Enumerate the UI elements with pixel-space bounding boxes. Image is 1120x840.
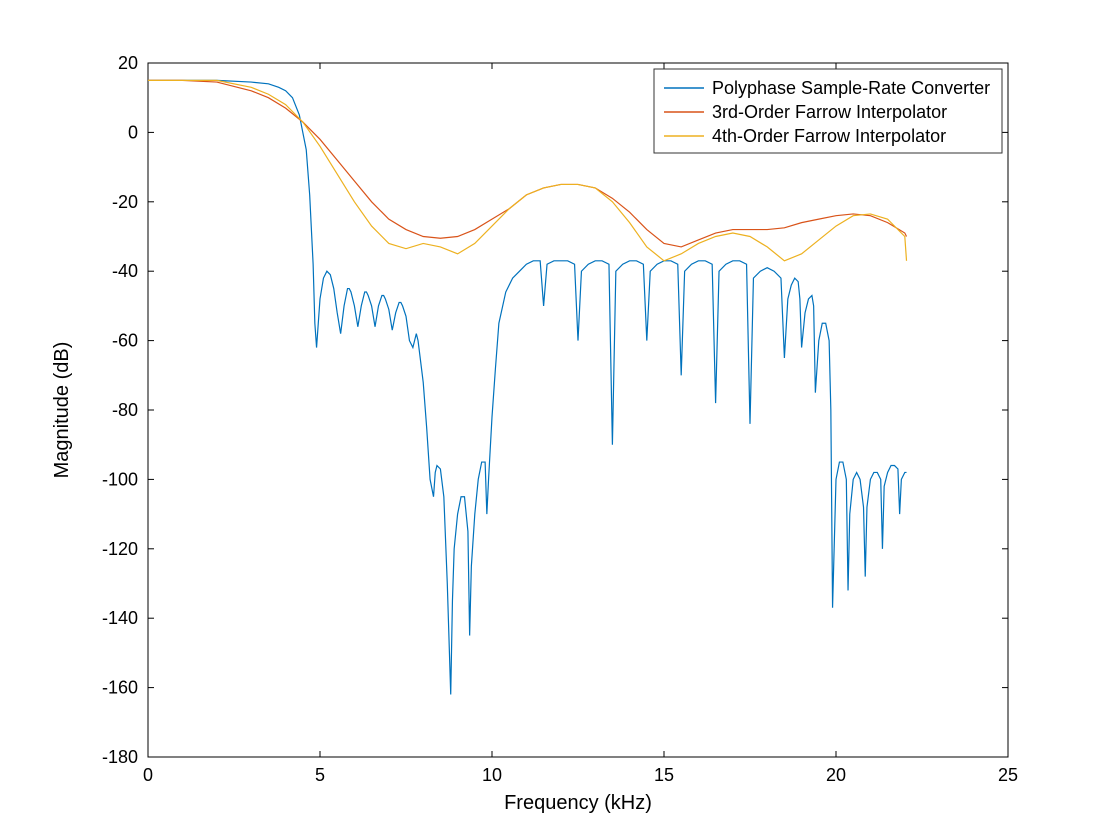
x-tick-label: 10: [482, 765, 502, 785]
y-tick-label: 20: [118, 53, 138, 73]
y-tick-label: -60: [112, 331, 138, 351]
x-tick-label: 5: [315, 765, 325, 785]
y-tick-label: -20: [112, 192, 138, 212]
y-tick-label: -140: [102, 608, 138, 628]
x-tick-label: 0: [143, 765, 153, 785]
y-tick-label: -180: [102, 747, 138, 767]
plot-area: [148, 63, 1008, 757]
legend-label: Polyphase Sample-Rate Converter: [712, 78, 990, 98]
y-tick-label: -100: [102, 469, 138, 489]
y-tick-label: -160: [102, 678, 138, 698]
legend-label: 4th-Order Farrow Interpolator: [712, 126, 946, 146]
x-tick-label: 15: [654, 765, 674, 785]
legend-label: 3rd-Order Farrow Interpolator: [712, 102, 947, 122]
x-axis-label: Frequency (kHz): [504, 792, 652, 814]
y-axis-label: Magnitude (dB): [51, 342, 73, 479]
x-tick-label: 20: [826, 765, 846, 785]
series-group: [148, 80, 907, 694]
legend: Polyphase Sample-Rate Converter 3rd-Order…: [654, 69, 1002, 153]
chart-svg: 0 5 10 15 20 25 -180 -160 -140 -120 -100 -80 -60 -40 -…: [0, 0, 1120, 840]
chart-container: 0 5 10 15 20 25 -180 -160 -140 -120 -100 -80 -60 -40 -…: [0, 0, 1120, 840]
series-line-0: [148, 80, 907, 694]
x-tick-label: 25: [998, 765, 1018, 785]
y-tick-label: -120: [102, 539, 138, 559]
y-tick-label: -40: [112, 261, 138, 281]
y-tick-label: -80: [112, 400, 138, 420]
y-tick-label: 0: [128, 122, 138, 142]
